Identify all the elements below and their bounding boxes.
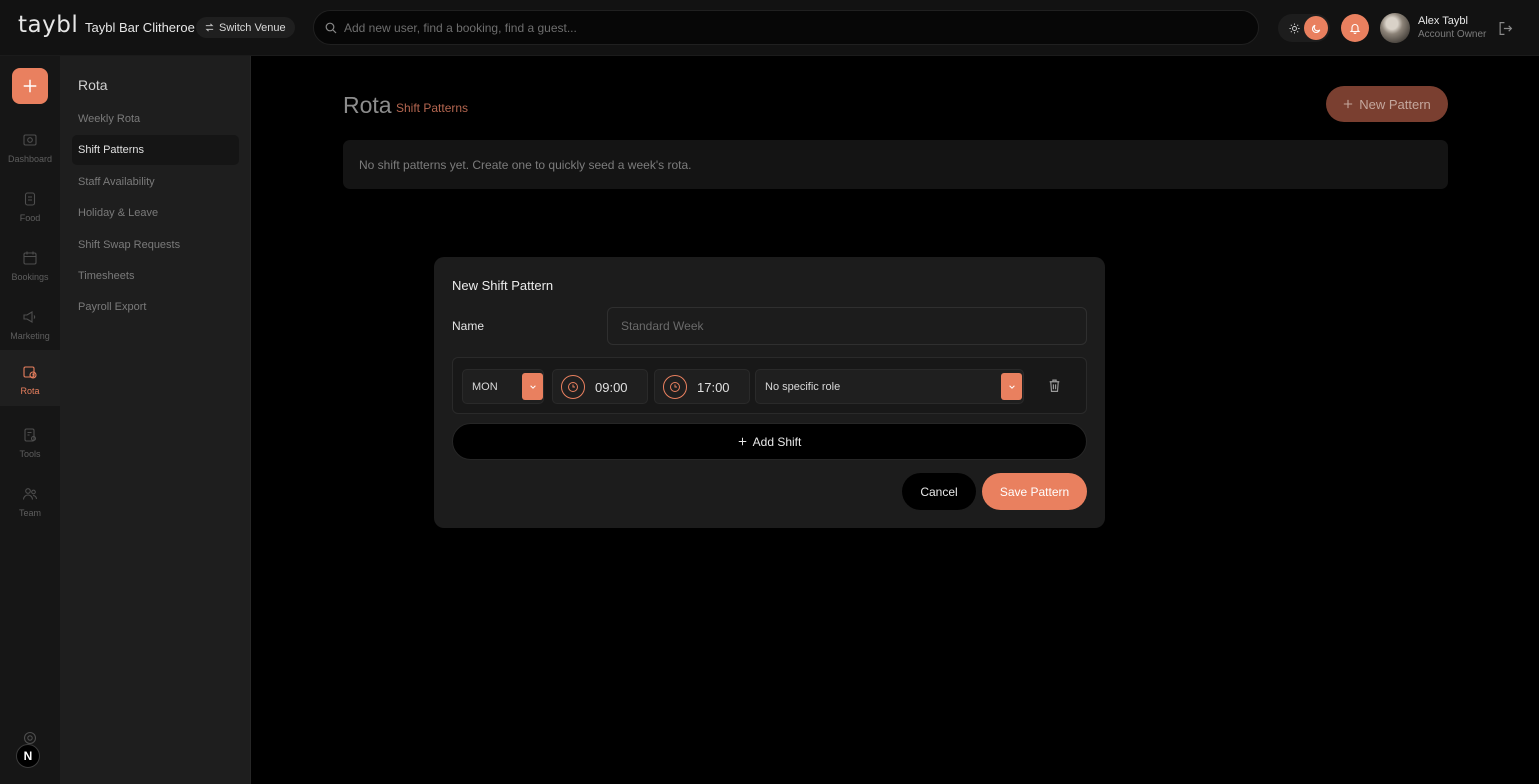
theme-toggle[interactable] — [1278, 14, 1330, 42]
quick-add-button[interactable] — [12, 68, 48, 104]
switch-venue-button[interactable]: Switch Venue — [196, 17, 295, 38]
moon-icon[interactable] — [1304, 16, 1328, 40]
nav-label: Dashboard — [7, 154, 53, 164]
add-shift-label: Add Shift — [752, 434, 802, 449]
search-icon — [325, 22, 337, 33]
plus-icon — [1344, 99, 1353, 109]
chevron-down-icon — [529, 384, 536, 389]
clock-icon — [663, 375, 687, 399]
chevron-down-icon — [1008, 384, 1015, 389]
dashboard-icon — [23, 134, 37, 146]
nav-item-dashboard[interactable]: Dashboard — [0, 118, 60, 176]
rota-subnav: Rota Weekly Rota Shift Patterns Staff Av… — [60, 56, 251, 784]
nav-item-rota[interactable]: Rota — [0, 350, 60, 406]
notifications-bell-icon[interactable] — [1341, 14, 1369, 42]
page-title: Rota — [343, 92, 392, 118]
page-subtitle: Shift Patterns — [396, 101, 469, 115]
shift-row: MON 09:00 17:00 No specific role — [452, 357, 1087, 414]
switch-venue-label: Switch Venue — [219, 21, 286, 34]
nav-label: Tools — [19, 449, 41, 459]
new-pattern-label: New Pattern — [1359, 96, 1431, 112]
main-nav: Dashboard Food Bookings Marketing Rota T… — [0, 56, 60, 784]
day-select[interactable]: MON — [462, 369, 544, 404]
rota-icon — [23, 366, 37, 379]
marketing-icon — [23, 311, 36, 323]
plus-icon — [23, 79, 37, 93]
nav-label: Food — [19, 213, 41, 223]
plus-icon — [738, 437, 746, 446]
subnav-item-timesheets[interactable]: Timesheets — [72, 261, 239, 291]
start-time-field[interactable]: 09:00 — [552, 369, 648, 404]
user-role: Account Owner — [1418, 29, 1487, 40]
nav-label: Team — [18, 508, 41, 518]
role-select[interactable]: No specific role — [755, 369, 1024, 404]
new-pattern-button[interactable]: New Pattern — [1326, 86, 1448, 122]
nav-item-tools[interactable]: Tools — [0, 413, 60, 471]
subnav-item-shift-swap-requests[interactable]: Shift Swap Requests — [72, 230, 239, 260]
end-time-value: 17:00 — [697, 380, 730, 395]
role-select-value: No specific role — [765, 381, 841, 393]
pattern-name-input[interactable] — [607, 307, 1087, 345]
nav-label: Marketing — [10, 331, 50, 341]
taybl-logo[interactable]: taybl — [18, 12, 78, 38]
switch-icon — [205, 23, 214, 32]
food-icon — [24, 192, 36, 206]
subnav-item-holiday-leave[interactable]: Holiday & Leave — [72, 198, 239, 228]
day-dropdown-toggle[interactable] — [522, 373, 543, 400]
tools-icon — [24, 428, 37, 442]
save-pattern-button[interactable]: Save Pattern — [982, 473, 1087, 510]
subnav-item-weekly-rota[interactable]: Weekly Rota — [72, 104, 239, 134]
empty-state-message: No shift patterns yet. Create one to qui… — [343, 140, 1448, 189]
modal-title: New Shift Pattern — [452, 278, 554, 293]
team-icon — [22, 488, 38, 500]
search-input[interactable] — [344, 20, 1224, 35]
nav-item-food[interactable]: Food — [0, 177, 60, 235]
global-search[interactable] — [313, 10, 1259, 45]
nav-label: Bookings — [11, 272, 49, 282]
user-name: Alex Taybl — [1418, 15, 1468, 27]
logout-icon[interactable] — [1498, 21, 1513, 36]
add-shift-button[interactable]: Add Shift — [452, 423, 1087, 460]
nav-item-marketing[interactable]: Marketing — [0, 295, 60, 353]
start-time-value: 09:00 — [595, 380, 628, 395]
sun-icon[interactable] — [1282, 16, 1306, 40]
subnav-item-staff-availability[interactable]: Staff Availability — [72, 167, 239, 197]
day-select-value: MON — [472, 381, 498, 393]
nav-item-bookings[interactable]: Bookings — [0, 236, 60, 294]
bookings-icon — [23, 251, 37, 265]
top-bar: taybl Taybl Bar Clitheroe Switch Venue A… — [0, 0, 1539, 56]
nav-label: Rota — [20, 386, 40, 396]
new-shift-pattern-modal: New Shift Pattern Name MON 09:00 17:00 N… — [434, 257, 1105, 528]
venue-name: Taybl Bar Clitheroe — [85, 20, 195, 35]
subnav-title: Rota — [78, 77, 108, 93]
subnav-item-shift-patterns[interactable]: Shift Patterns — [72, 135, 239, 165]
nav-item-team[interactable]: Team — [0, 472, 60, 530]
subnav-item-payroll-export[interactable]: Payroll Export — [72, 292, 239, 322]
user-avatar[interactable] — [1380, 13, 1410, 43]
n-badge[interactable]: N — [16, 744, 40, 768]
name-label: Name — [452, 319, 485, 333]
delete-shift-trash-icon[interactable] — [1047, 378, 1062, 393]
role-dropdown-toggle[interactable] — [1001, 373, 1022, 400]
end-time-field[interactable]: 17:00 — [654, 369, 750, 404]
cancel-button[interactable]: Cancel — [902, 473, 976, 510]
clock-icon — [561, 375, 585, 399]
